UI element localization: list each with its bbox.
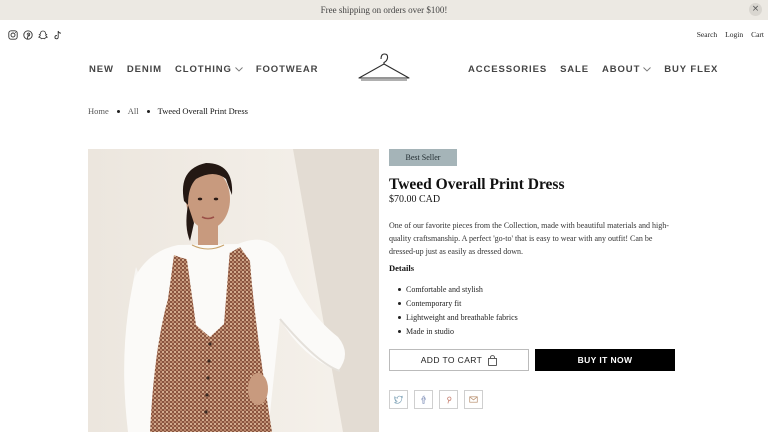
hanger-logo[interactable]	[357, 52, 411, 82]
nav-item-new[interactable]: NEW	[89, 64, 114, 75]
nav-label: CLOTHING	[175, 64, 232, 75]
nav-item-clothing[interactable]: CLOTHING	[175, 64, 243, 75]
twitter-icon	[394, 395, 403, 404]
announcement-bar: Free shipping on orders over $100! ×	[0, 0, 768, 20]
nav-label: SALE	[560, 64, 589, 75]
pinterest-icon	[447, 396, 452, 404]
chevron-down-icon	[643, 67, 652, 72]
nav-item-buy-flex[interactable]: BUY FLEX	[664, 64, 718, 75]
nav-item-about[interactable]: ABOUT	[602, 64, 652, 75]
nav-label: FOOTWEAR	[255, 64, 319, 75]
nav-label: DENIM	[126, 64, 162, 75]
add-to-cart-label: ADD TO CART	[420, 355, 483, 365]
facebook-icon	[421, 395, 426, 404]
chevron-down-icon	[234, 67, 243, 72]
pinterest-icon[interactable]	[23, 30, 33, 40]
product-image[interactable]	[88, 149, 379, 432]
nav-label: NEW	[89, 64, 114, 75]
announcement-text: Free shipping on orders over $100!	[320, 5, 448, 15]
best-seller-badge: Best Seller	[389, 149, 457, 166]
breadcrumb-current: Tweed Overall Print Dress	[157, 106, 248, 116]
nav-label: ABOUT	[602, 64, 641, 75]
share-buttons	[389, 390, 483, 409]
breadcrumb-all[interactable]: All	[128, 106, 139, 116]
nav-label: BUY FLEX	[664, 64, 719, 75]
details-heading: Details	[389, 263, 415, 273]
search-link[interactable]: Search	[697, 30, 717, 39]
nav-item-denim[interactable]: DENIM	[127, 64, 162, 75]
share-pinterest-button[interactable]	[439, 390, 458, 409]
product-description: One of our favorite pieces from the Coll…	[389, 221, 669, 256]
buy-it-now-label: BUY IT NOW	[577, 355, 633, 365]
nav-item-accessories[interactable]: ACCESSORIES	[468, 64, 547, 75]
details-item: Contemporary fit	[398, 296, 518, 310]
social-links	[8, 30, 63, 40]
mail-icon	[469, 396, 478, 403]
buy-it-now-button[interactable]: BUY IT NOW	[535, 349, 675, 371]
details-list: Comfortable and stylish Contemporary fit…	[398, 282, 518, 338]
nav-item-footwear[interactable]: FOOTWEAR	[256, 64, 319, 75]
share-twitter-button[interactable]	[389, 390, 408, 409]
breadcrumb-separator	[146, 109, 150, 113]
share-email-button[interactable]	[464, 390, 483, 409]
product-price: $70.00 CAD	[389, 194, 441, 205]
details-item: Lightweight and breathable fabrics	[398, 310, 518, 324]
main-nav-left: NEW DENIM CLOTHING FOOTWEAR	[89, 64, 318, 75]
main-nav-right: ACCESSORIES SALE ABOUT BUY FLEX	[468, 64, 718, 75]
tiktok-icon[interactable]	[53, 30, 63, 40]
breadcrumb-separator	[116, 109, 120, 113]
snapchat-icon[interactable]	[38, 30, 48, 40]
breadcrumb-home[interactable]: Home	[88, 106, 109, 116]
details-item: Comfortable and stylish	[398, 282, 518, 296]
instagram-icon[interactable]	[8, 30, 18, 40]
shopping-bag-icon	[488, 354, 498, 366]
details-item: Made in studio	[398, 324, 518, 338]
add-to-cart-button[interactable]: ADD TO CART	[389, 349, 529, 371]
product-title: Tweed Overall Print Dress	[389, 176, 565, 193]
breadcrumb: Home All Tweed Overall Print Dress	[88, 106, 248, 116]
close-icon[interactable]: ×	[749, 3, 762, 16]
login-link[interactable]: Login	[725, 30, 743, 39]
share-facebook-button[interactable]	[414, 390, 433, 409]
cart-link[interactable]: Cart	[751, 30, 764, 39]
nav-label: ACCESSORIES	[468, 64, 548, 75]
utility-links: Search Login Cart	[697, 30, 764, 39]
nav-item-sale[interactable]: SALE	[560, 64, 589, 75]
